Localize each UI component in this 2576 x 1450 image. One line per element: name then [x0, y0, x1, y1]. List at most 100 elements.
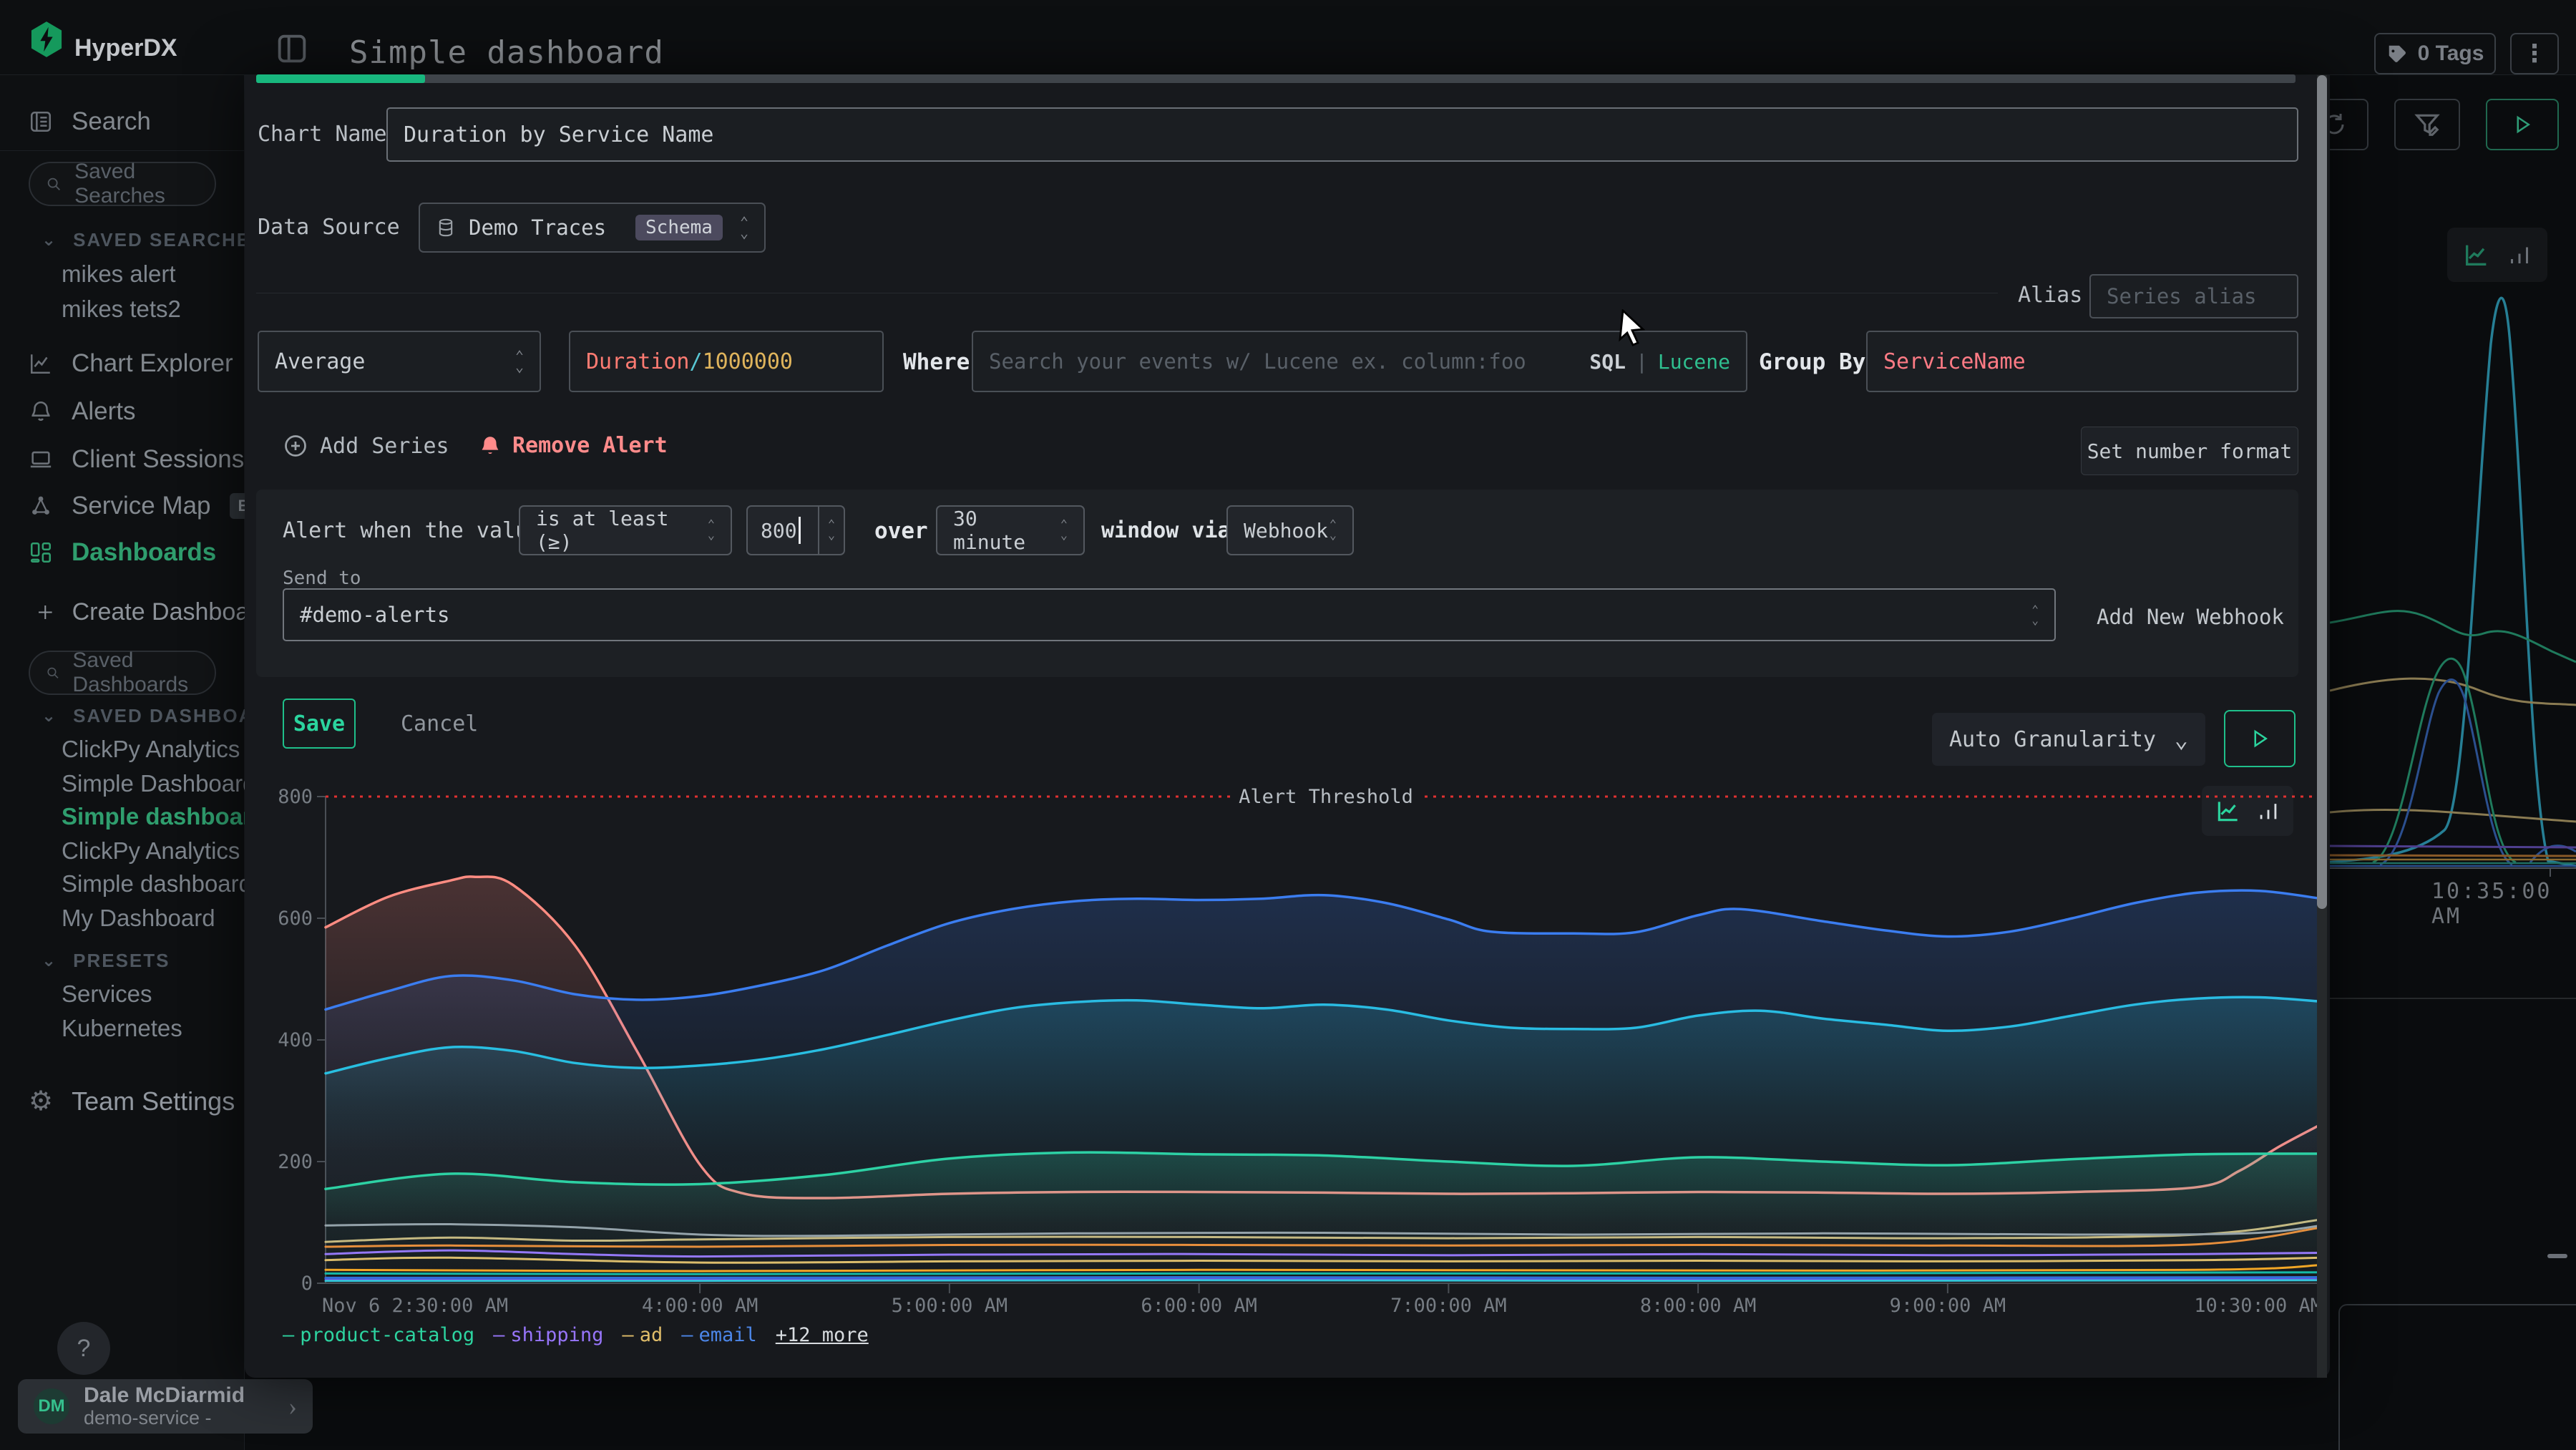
preset-item[interactable]: Services — [62, 981, 152, 1008]
legend-item[interactable]: —email — [681, 1324, 757, 1346]
dashboard-item-active[interactable]: Simple dashboard — [62, 803, 266, 830]
legend-swatch: — — [622, 1324, 633, 1346]
duration-chart: 0200400600800Alert ThresholdNov 6 2:30:0… — [254, 777, 2322, 1320]
play-icon — [2512, 114, 2533, 135]
hierarchy-icon — [29, 494, 53, 518]
background-panel-corner — [2338, 1304, 2576, 1450]
dashboard-grid-icon — [29, 540, 53, 565]
alert-over-label: over — [874, 518, 928, 544]
chart-name-input[interactable]: Duration by Service Name — [386, 107, 2298, 162]
chevron-up-down-icon: ⌃⌄ — [515, 351, 524, 372]
group-by-input[interactable]: ServiceName — [1866, 331, 2298, 392]
data-source-select[interactable]: Demo Traces Schema ⌃⌄ — [419, 203, 766, 253]
legend-item[interactable]: —ad — [622, 1324, 663, 1346]
add-series-label: Add Series — [320, 434, 449, 459]
user-subtitle: demo-service - — [84, 1407, 245, 1429]
text-caret — [799, 517, 801, 544]
svg-text:7:00:00 AM: 7:00:00 AM — [1390, 1295, 1507, 1317]
legend-item[interactable]: —product-catalog — [283, 1324, 474, 1346]
save-button[interactable]: Save — [283, 699, 356, 749]
filter-edit-icon — [2414, 111, 2441, 138]
add-series-button[interactable]: Add Series — [283, 433, 449, 459]
alias-label: Alias — [2018, 283, 2082, 308]
sidebar-divider — [0, 150, 245, 151]
preset-item[interactable]: Kubernetes — [62, 1015, 182, 1042]
add-new-webhook-button[interactable]: Add New Webhook — [2097, 605, 2284, 629]
sidebar-toggle-icon[interactable] — [273, 30, 311, 67]
query-language-toggle[interactable]: SQL | Lucene — [1589, 350, 1730, 374]
laptop-icon — [29, 447, 53, 472]
sidebar-item-label: Team Settings — [72, 1086, 235, 1116]
kebab-menu-button[interactable]: ⋮ — [2510, 33, 2559, 74]
alias-input[interactable]: Series alias — [2089, 274, 2298, 318]
svg-text:Nov 6 2:30:00 AM: Nov 6 2:30:00 AM — [322, 1295, 508, 1317]
group-by-label: Group By — [1759, 349, 1865, 375]
chevron-down-icon: ⌄ — [42, 950, 57, 971]
saved-search-item[interactable]: mikes alert — [62, 261, 176, 288]
remove-alert-button[interactable]: Remove Alert — [478, 433, 668, 458]
alert-condition-select[interactable]: is at least (≥) ⌃⌄ — [519, 505, 732, 555]
resize-handle[interactable] — [2547, 1254, 2567, 1258]
sidebar-item-search[interactable]: Search — [29, 107, 151, 136]
legend-swatch: — — [283, 1324, 294, 1346]
dashboard-item[interactable]: Simple Dashboard — [62, 770, 255, 797]
chart-name-value: Duration by Service Name — [404, 122, 713, 147]
saved-searches-placeholder: Saved Searches — [74, 160, 199, 208]
sql-toggle[interactable]: SQL — [1589, 350, 1626, 374]
chart-line-icon — [29, 351, 53, 376]
chevron-up-down-icon: ⌃⌄ — [740, 217, 748, 238]
expr-numerator: Duration — [586, 349, 690, 374]
legend-more-button[interactable]: +12 more — [776, 1324, 869, 1346]
dashboard-item[interactable]: ClickPy Analytics — [62, 837, 240, 865]
sidebar-item-team-settings[interactable]: ⚙ Team Settings — [29, 1086, 235, 1116]
sidebar-item-label: Service Map — [72, 492, 211, 520]
modal-scrollbar-thumb[interactable] — [2317, 75, 2327, 909]
set-number-format-button[interactable]: Set number format — [2081, 427, 2298, 475]
search-icon — [46, 663, 59, 683]
lucene-toggle[interactable]: Lucene — [1658, 350, 1730, 374]
alert-channel-select[interactable]: Webhook ⌃⌄ — [1226, 505, 1354, 555]
user-menu[interactable]: DM Dale McDiarmid demo-service - › — [18, 1379, 313, 1434]
remove-alert-label: Remove Alert — [512, 433, 668, 458]
saved-searches-section[interactable]: ⌄ SAVED SEARCHES — [42, 229, 264, 251]
gear-icon: ⚙ — [29, 1089, 53, 1114]
sidebar-item-chart-explorer[interactable]: Chart Explorer — [29, 349, 233, 378]
run-query-button[interactable] — [2486, 99, 2559, 150]
background-time-label: 10:35:00 AM — [2431, 879, 2576, 929]
alert-threshold-input[interactable]: 800 ⌃⌄ — [746, 505, 845, 555]
plus-circle-icon — [283, 433, 308, 459]
help-button[interactable]: ? — [57, 1322, 110, 1375]
hyperdx-logo-icon — [30, 21, 63, 57]
dashboard-item[interactable]: Simple dashboard — [62, 870, 252, 897]
search-icon — [46, 174, 62, 194]
svg-text:10:30:00 AM: 10:30:00 AM — [2194, 1295, 2322, 1317]
saved-dashboards-placeholder: Saved Dashboards — [72, 648, 199, 697]
run-chart-button[interactable] — [2224, 710, 2296, 767]
dashboard-item[interactable]: ClickPy Analytics — [62, 736, 240, 763]
send-to-value: #demo-alerts — [300, 603, 450, 627]
aggregation-value: Average — [275, 349, 365, 374]
create-dashboard-button[interactable]: + Create Dashboard — [37, 595, 270, 629]
saved-dashboards-input[interactable]: Saved Dashboards — [29, 651, 216, 695]
field-expression-input[interactable]: Duration/1000000 — [569, 331, 884, 392]
kebab-icon: ⋮ — [2522, 39, 2547, 68]
chevron-down-icon: ⌄ — [42, 706, 57, 726]
send-to-select[interactable]: #demo-alerts ⌃⌄ — [283, 588, 2056, 641]
presets-section[interactable]: ⌄ PRESETS — [42, 950, 170, 972]
sidebar-item-client-sessions[interactable]: Client Sessions — [29, 445, 244, 474]
dashboard-item[interactable]: My Dashboard — [62, 905, 215, 932]
sidebar-item-dashboards[interactable]: Dashboards — [29, 538, 216, 567]
cancel-button[interactable]: Cancel — [401, 711, 478, 736]
granularity-select[interactable]: Auto Granularity ⌄ — [1932, 713, 2205, 766]
saved-searches-input[interactable]: Saved Searches — [29, 162, 216, 206]
alert-condition-value: is at least (≥) — [536, 507, 708, 554]
aggregation-select[interactable]: Average ⌃⌄ — [258, 331, 541, 392]
number-stepper[interactable]: ⌃⌄ — [818, 507, 844, 554]
legend-item[interactable]: —shipping — [493, 1324, 603, 1346]
sidebar-item-alerts[interactable]: Alerts — [29, 397, 135, 426]
saved-search-item[interactable]: mikes tets2 — [62, 296, 181, 323]
alert-window-select[interactable]: 30 minute ⌃⌄ — [936, 505, 1085, 555]
expr-divisor: 1000000 — [703, 349, 793, 374]
filter-button[interactable] — [2394, 99, 2460, 150]
tags-button[interactable]: 0 Tags — [2374, 33, 2496, 74]
